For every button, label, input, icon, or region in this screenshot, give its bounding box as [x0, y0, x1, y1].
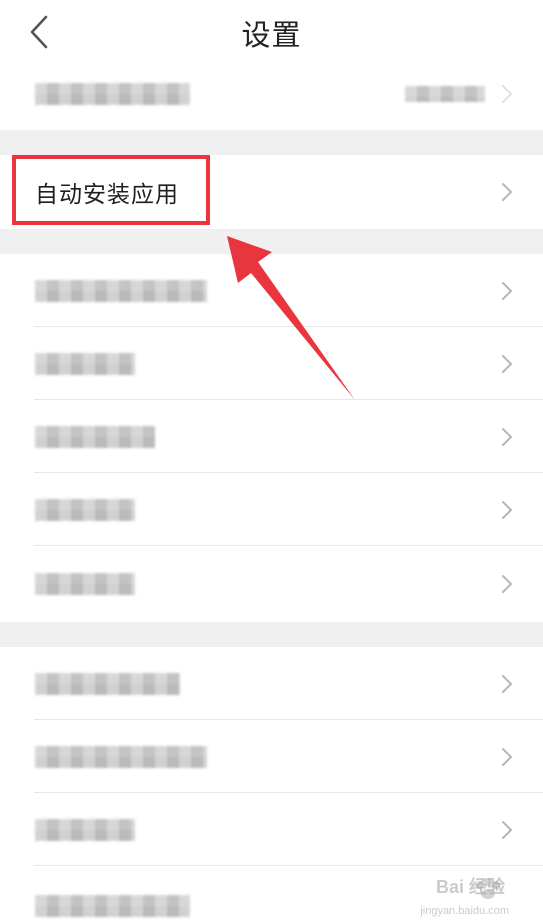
settings-row-blurred[interactable] [0, 400, 543, 473]
blurred-label [35, 818, 135, 841]
blurred-label [35, 895, 190, 917]
blurred-label [35, 672, 180, 695]
blurred-label [35, 498, 135, 521]
section-gap [0, 229, 543, 254]
chevron-right-icon [502, 281, 512, 300]
blurred-label [35, 425, 155, 448]
section-gap [0, 622, 543, 647]
chevron-right-icon [502, 575, 512, 593]
chevron-right-icon [502, 354, 512, 373]
blurred-label [35, 745, 207, 768]
chevron-right-icon [502, 820, 512, 839]
settings-row-blurred[interactable] [0, 546, 543, 622]
settings-row-blurred[interactable] [0, 647, 543, 720]
settings-row-blurred[interactable] [0, 793, 543, 866]
blurred-label [35, 83, 190, 105]
watermark-brand: Bai 经验 [435, 877, 505, 897]
settings-screen: 设置 自动安装应用 Bai 经验 jingyan.baidu.com [0, 0, 543, 923]
settings-row-blurred[interactable] [0, 58, 543, 130]
top-nav-bar: 设置 [0, 0, 543, 67]
chevron-right-icon [502, 674, 512, 693]
blurred-label [35, 279, 207, 302]
chevron-right-icon [502, 183, 512, 201]
settings-row-auto-install-apps[interactable]: 自动安装应用 [0, 155, 543, 229]
blurred-label [35, 573, 135, 595]
watermark-url: jingyan.baidu.com [420, 905, 509, 917]
settings-row-blurred[interactable] [0, 254, 543, 327]
row-label: 自动安装应用 [35, 182, 179, 208]
section-gap [0, 130, 543, 155]
blurred-label [35, 352, 135, 375]
settings-row-blurred[interactable] [0, 473, 543, 546]
blurred-value [405, 86, 485, 102]
chevron-right-icon [502, 427, 512, 446]
chevron-right-icon [502, 747, 512, 766]
page-title: 设置 [241, 18, 302, 52]
settings-row-blurred[interactable] [0, 720, 543, 793]
settings-row-blurred[interactable] [0, 327, 543, 400]
chevron-right-icon [502, 85, 512, 103]
chevron-right-icon [502, 500, 512, 519]
